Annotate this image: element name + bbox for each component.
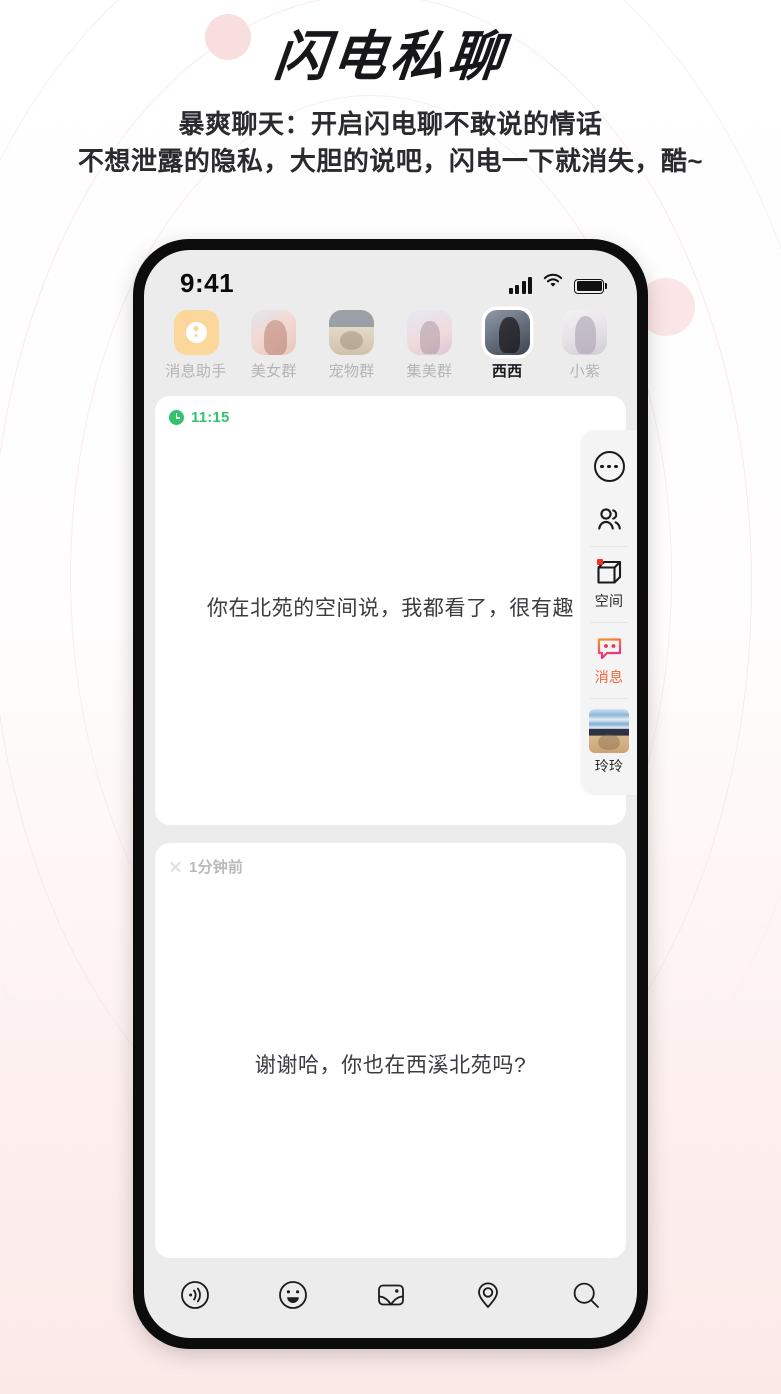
nav-item-assistant[interactable]: 消息助手 xyxy=(158,310,234,381)
status-bar-icons xyxy=(508,273,607,294)
status-bar: 9:41 xyxy=(144,250,637,310)
nav-item-xixi[interactable]: 西西 xyxy=(469,310,545,381)
message-text: 谢谢哈，你也在西溪北苑吗? xyxy=(254,1054,527,1077)
cellular-signal-icon xyxy=(508,276,532,294)
more-circle-icon xyxy=(593,451,625,482)
rail-item-space[interactable]: 空间 xyxy=(581,546,637,622)
message-card[interactable]: 11:15 你在北苑的空间说，我都看了，很有趣 xyxy=(155,396,626,825)
subtitle-line-2: 不想泄露的隐私，大胆的说吧，闪电一下就消失，酷~ xyxy=(77,146,704,176)
close-icon[interactable] xyxy=(169,860,182,873)
rail-item-label: 玲玲 xyxy=(594,758,624,774)
assistant-avatar xyxy=(173,310,219,355)
chat-area: 11:15 你在北苑的空间说，我都看了，很有趣 1分钟前 谢谢哈，你也在西溪北苑… xyxy=(144,396,637,1258)
side-rail[interactable]: 空间 消息 玲玲 xyxy=(581,430,637,795)
rail-item-label: 消息 xyxy=(594,669,624,685)
emoji-smiley-icon[interactable] xyxy=(272,1274,314,1316)
chat-bubble-icon xyxy=(594,633,625,664)
xixi-avatar xyxy=(484,310,530,355)
message-meta: 11:15 xyxy=(155,396,626,426)
wifi-icon xyxy=(542,273,564,294)
nav-item-label: 美女群 xyxy=(250,363,297,380)
nav-item-label: 小紫 xyxy=(569,363,601,380)
nav-item-beauty-group[interactable]: 美女群 xyxy=(236,310,312,381)
conversation-nav-strip[interactable]: 消息助手 美女群 宠物群 集美群 西西 小紫 xyxy=(144,310,637,396)
people-icon xyxy=(594,504,625,535)
search-icon[interactable] xyxy=(565,1274,607,1316)
notification-badge xyxy=(596,559,603,565)
nav-item-label: 宠物群 xyxy=(328,363,375,380)
message-timestamp: 1分钟前 xyxy=(189,859,244,876)
xiaozi-avatar xyxy=(562,310,608,355)
bottom-toolbar[interactable] xyxy=(144,1258,637,1338)
phone-mockup: 9:41 消息助手 美女群 宠物群 集美群 西西 小紫 11:15 你在北苑的空… xyxy=(133,239,648,1349)
rail-item-label: 空间 xyxy=(594,593,624,609)
page-header: 闪电私聊 暴爽聊天：开启闪电聊不敢说的情话 不想泄露的隐私，大胆的说吧，闪电一下… xyxy=(0,25,781,180)
phone-screen: 9:41 消息助手 美女群 宠物群 集美群 西西 小紫 11:15 你在北苑的空… xyxy=(144,250,637,1338)
location-pin-icon[interactable] xyxy=(467,1274,509,1316)
nav-item-pet-group[interactable]: 宠物群 xyxy=(314,310,390,381)
cube-icon xyxy=(594,557,625,588)
page-title: 闪电私聊 xyxy=(271,25,510,88)
cat-avatar xyxy=(589,709,629,753)
battery-full-icon xyxy=(574,278,607,294)
nav-item-xiaozi[interactable]: 小紫 xyxy=(547,310,623,381)
beauty-group-avatar xyxy=(251,310,297,355)
voice-broadcast-icon[interactable] xyxy=(174,1274,216,1316)
page-subtitle: 暴爽聊天：开启闪电聊不敢说的情话 不想泄露的隐私，大胆的说吧，闪电一下就消失，酷… xyxy=(0,106,781,180)
rail-item-more[interactable] xyxy=(581,440,637,493)
message-meta: 1分钟前 xyxy=(155,843,626,877)
pet-group-avatar xyxy=(329,310,375,355)
sisters-group-avatar xyxy=(406,310,452,355)
message-text: 你在北苑的空间说，我都看了，很有趣 xyxy=(206,597,575,620)
nav-item-label: 集美群 xyxy=(406,363,453,380)
subtitle-line-1: 暴爽聊天：开启闪电聊不敢说的情话 xyxy=(178,109,603,139)
clock-icon xyxy=(169,410,184,425)
nav-item-sisters-group[interactable]: 集美群 xyxy=(391,310,467,381)
nav-item-label: 消息助手 xyxy=(165,363,227,380)
message-card[interactable]: 1分钟前 谢谢哈，你也在西溪北苑吗? xyxy=(155,843,626,1258)
nav-item-label: 西西 xyxy=(491,363,523,380)
rail-item-message[interactable]: 消息 xyxy=(581,622,637,698)
image-picture-icon[interactable] xyxy=(370,1274,412,1316)
message-timestamp: 11:15 xyxy=(191,409,230,426)
status-bar-time: 9:41 xyxy=(180,267,235,298)
rail-item-people[interactable] xyxy=(581,493,637,546)
rail-item-lingling[interactable]: 玲玲 xyxy=(581,698,637,787)
